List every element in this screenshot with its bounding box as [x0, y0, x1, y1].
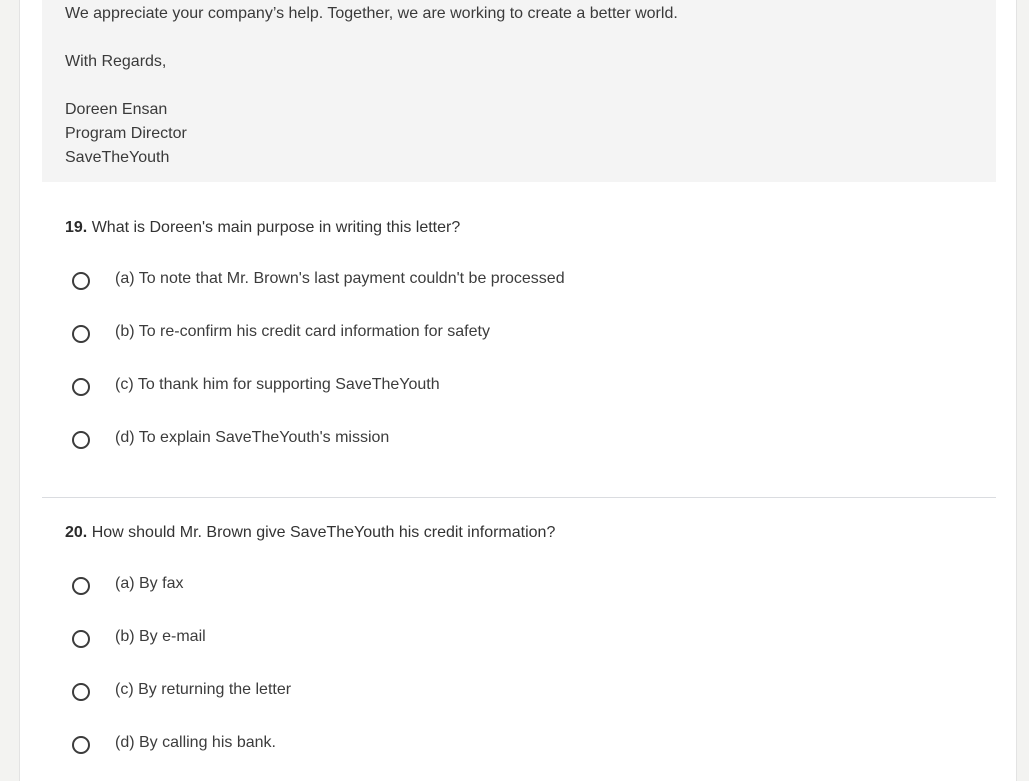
- radio-button[interactable]: [72, 325, 90, 343]
- passage-closing: With Regards,: [65, 53, 167, 70]
- question-number: 20.: [65, 524, 88, 541]
- question-19-option-b[interactable]: (b) To re-confirm his credit card inform…: [65, 317, 765, 351]
- radio-button[interactable]: [72, 378, 90, 396]
- question-20-option-c[interactable]: (c) By returning the letter: [65, 675, 765, 709]
- question-19-option-d[interactable]: (d) To explain SaveTheYouth's mission: [65, 423, 765, 457]
- question-19-option-a[interactable]: (a) To note that Mr. Brown's last paymen…: [65, 264, 765, 298]
- option-label: (d) To explain SaveTheYouth's mission: [115, 429, 390, 446]
- question-20-option-b[interactable]: (b) By e-mail: [65, 622, 765, 656]
- question-text: How should Mr. Brown give SaveTheYouth h…: [91, 524, 556, 541]
- option-label: (b) To re-confirm his credit card inform…: [115, 323, 490, 340]
- passage-signer-name: Doreen Ensan: [65, 101, 168, 118]
- radio-button[interactable]: [72, 683, 90, 701]
- option-label: (b) By e-mail: [115, 628, 206, 645]
- passage-line: We appreciate your company’s help. Toget…: [65, 5, 678, 22]
- option-label: (c) By returning the letter: [115, 681, 292, 698]
- question-20-option-d[interactable]: (d) By calling his bank.: [65, 728, 765, 762]
- question-19-option-c[interactable]: (c) To thank him for supporting SaveTheY…: [65, 370, 765, 404]
- question-20-option-a[interactable]: (a) By fax: [65, 569, 765, 603]
- option-label: (d) By calling his bank.: [115, 734, 276, 751]
- question-20-stem: 20. How should Mr. Brown give SaveTheYou…: [65, 523, 555, 543]
- option-label: (a) To note that Mr. Brown's last paymen…: [115, 270, 565, 287]
- radio-button[interactable]: [72, 272, 90, 290]
- option-label: (c) To thank him for supporting SaveTheY…: [115, 376, 440, 393]
- question-number: 19.: [65, 219, 88, 236]
- passage-signer-title: Program Director: [65, 125, 187, 142]
- radio-button[interactable]: [72, 736, 90, 754]
- radio-button[interactable]: [72, 630, 90, 648]
- question-19-stem: 19. What is Doreen's main purpose in wri…: [65, 218, 460, 238]
- option-label: (a) By fax: [115, 575, 184, 592]
- passage-signer-org: SaveTheYouth: [65, 149, 170, 166]
- question-text: What is Doreen's main purpose in writing…: [91, 219, 461, 236]
- form-card: We appreciate your company’s help. Toget…: [19, 0, 1017, 781]
- radio-button[interactable]: [72, 577, 90, 595]
- passage-box: We appreciate your company’s help. Toget…: [42, 0, 996, 182]
- radio-button[interactable]: [72, 431, 90, 449]
- question-divider: [42, 497, 996, 498]
